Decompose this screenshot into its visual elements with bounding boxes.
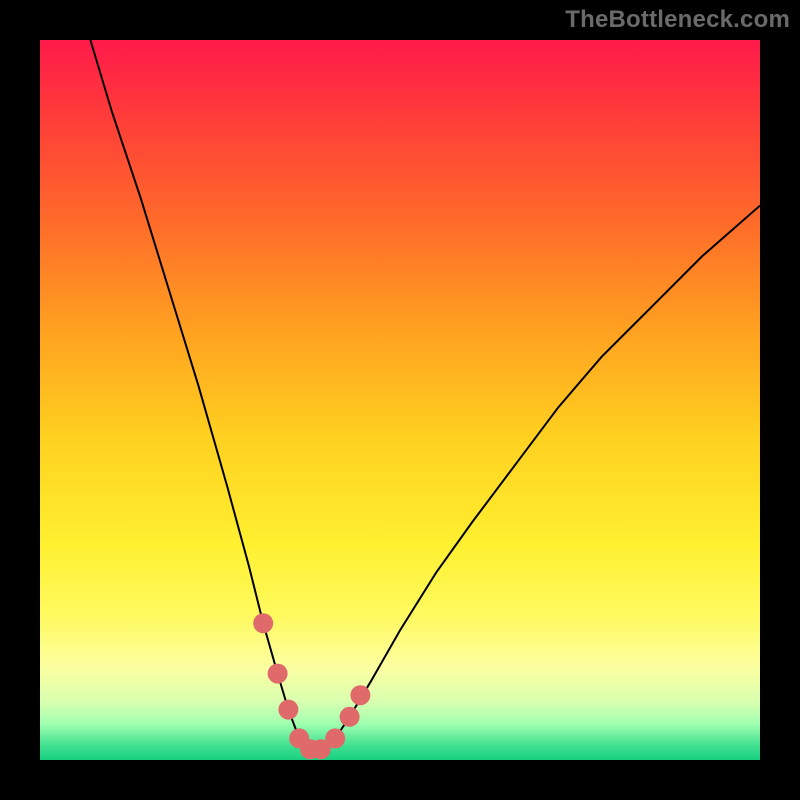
highlight-dot <box>350 685 370 705</box>
highlight-dot <box>278 700 298 720</box>
bottleneck-curve <box>90 40 760 749</box>
highlight-dot <box>325 728 345 748</box>
highlight-dot <box>253 613 273 633</box>
chart-frame: TheBottleneck.com <box>0 0 800 800</box>
highlight-dots <box>253 613 370 759</box>
attribution-text: TheBottleneck.com <box>565 6 790 34</box>
highlight-dot <box>268 664 288 684</box>
highlight-dot <box>340 707 360 727</box>
plot-area <box>40 40 760 760</box>
curve-overlay <box>40 40 760 760</box>
